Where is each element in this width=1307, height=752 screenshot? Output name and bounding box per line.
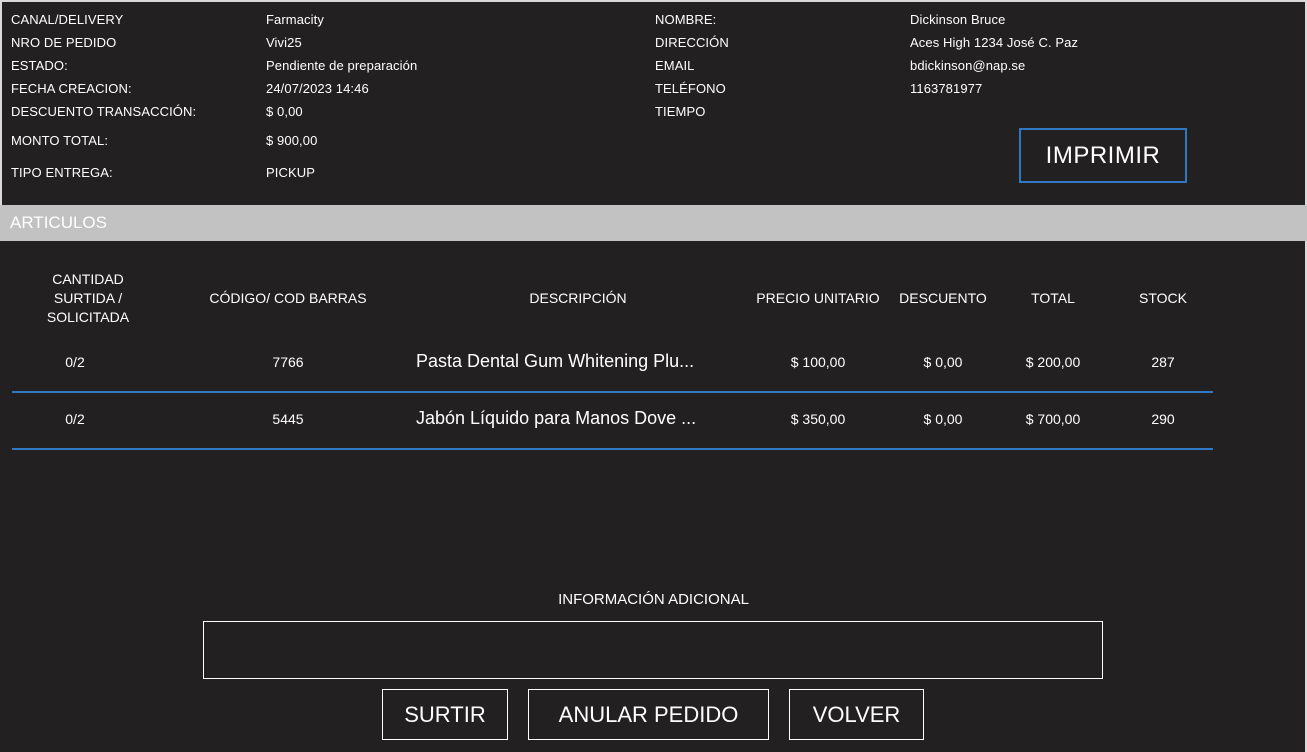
row-quantity: 0/2 [65,354,85,370]
total-amount-label: MONTO TOTAL: [11,133,109,148]
back-button[interactable]: VOLVER [789,689,924,740]
row-stock: 287 [1151,354,1175,370]
row-discount: $ 0,00 [923,354,963,370]
articles-section-bar: ARTICULOS [0,205,1307,241]
row-divider [12,391,1213,393]
status-label: ESTADO: [11,58,68,73]
header-stock: STOCK [1139,290,1187,306]
row-quantity: 0/2 [65,411,85,427]
cancel-order-button[interactable]: ANULAR PEDIDO [528,689,769,740]
transaction-discount-label: DESCUENTO TRANSACCIÓN: [11,104,197,119]
transaction-discount-value: $ 0,00 [266,104,303,119]
address-label: DIRECCIÓN [655,35,729,50]
row-stock: 290 [1151,411,1175,427]
total-amount-value: $ 900,00 [266,133,318,148]
print-button[interactable]: IMPRIMIR [1019,128,1187,183]
row-total: $ 200,00 [1025,354,1081,370]
header-code: CÓDIGO/ COD BARRAS [209,290,367,306]
order-number-label: NRO DE PEDIDO [11,35,117,50]
row-divider [12,448,1213,450]
created-date-value: 24/07/2023 14:46 [266,81,369,96]
phone-value: 1163781977 [910,81,983,96]
row-code: 5445 [272,411,304,427]
articles-section-title: ARTICULOS [10,213,107,232]
delivery-type-label: TIPO ENTREGA: [11,165,113,180]
row-unit-price: $ 100,00 [790,354,846,370]
created-date-label: FECHA CREACION: [11,81,132,96]
row-description: Pasta Dental Gum Whitening Plu... [416,351,695,371]
row-description: Jabón Líquido para Manos Dove ... [416,408,697,428]
header-unit-price: PRECIO UNITARIO [756,290,880,306]
header-total: TOTAL [1031,290,1075,306]
additional-info-label: INFORMACIÓN ADICIONAL [558,591,749,608]
email-value: bdickinson@nap.se [910,58,1026,73]
time-label: TIEMPO [655,104,706,119]
phone-label: TELÉFONO [655,81,726,96]
row-code: 7766 [272,354,304,370]
order-number-value: Vivi25 [266,35,302,50]
delivery-type-value: PICKUP [266,165,316,180]
address-value: Aces High 1234 José C. Paz [910,35,1079,50]
customer-name-label: NOMBRE: [655,12,717,27]
row-unit-price: $ 350,00 [790,411,846,427]
email-label: EMAIL [655,58,695,73]
channel-label: CANAL/DELIVERY [11,12,124,27]
order-header: CANAL/DELIVERY Farmacity NRO DE PEDIDO V… [0,0,1307,205]
row-discount: $ 0,00 [923,411,963,427]
channel-value: Farmacity [266,12,324,27]
row-total: $ 700,00 [1025,411,1081,427]
status-value: Pendiente de preparación [266,58,418,73]
customer-name-value: Dickinson Bruce [910,12,1006,27]
fulfill-button[interactable]: SURTIR [382,689,508,740]
header-discount: DESCUENTO [899,290,987,306]
header-description: DESCRIPCIÓN [529,290,627,306]
additional-info-field[interactable] [203,621,1103,679]
header-quantity: CANTIDAD SURTIDA / SOLICITADA [46,271,130,325]
